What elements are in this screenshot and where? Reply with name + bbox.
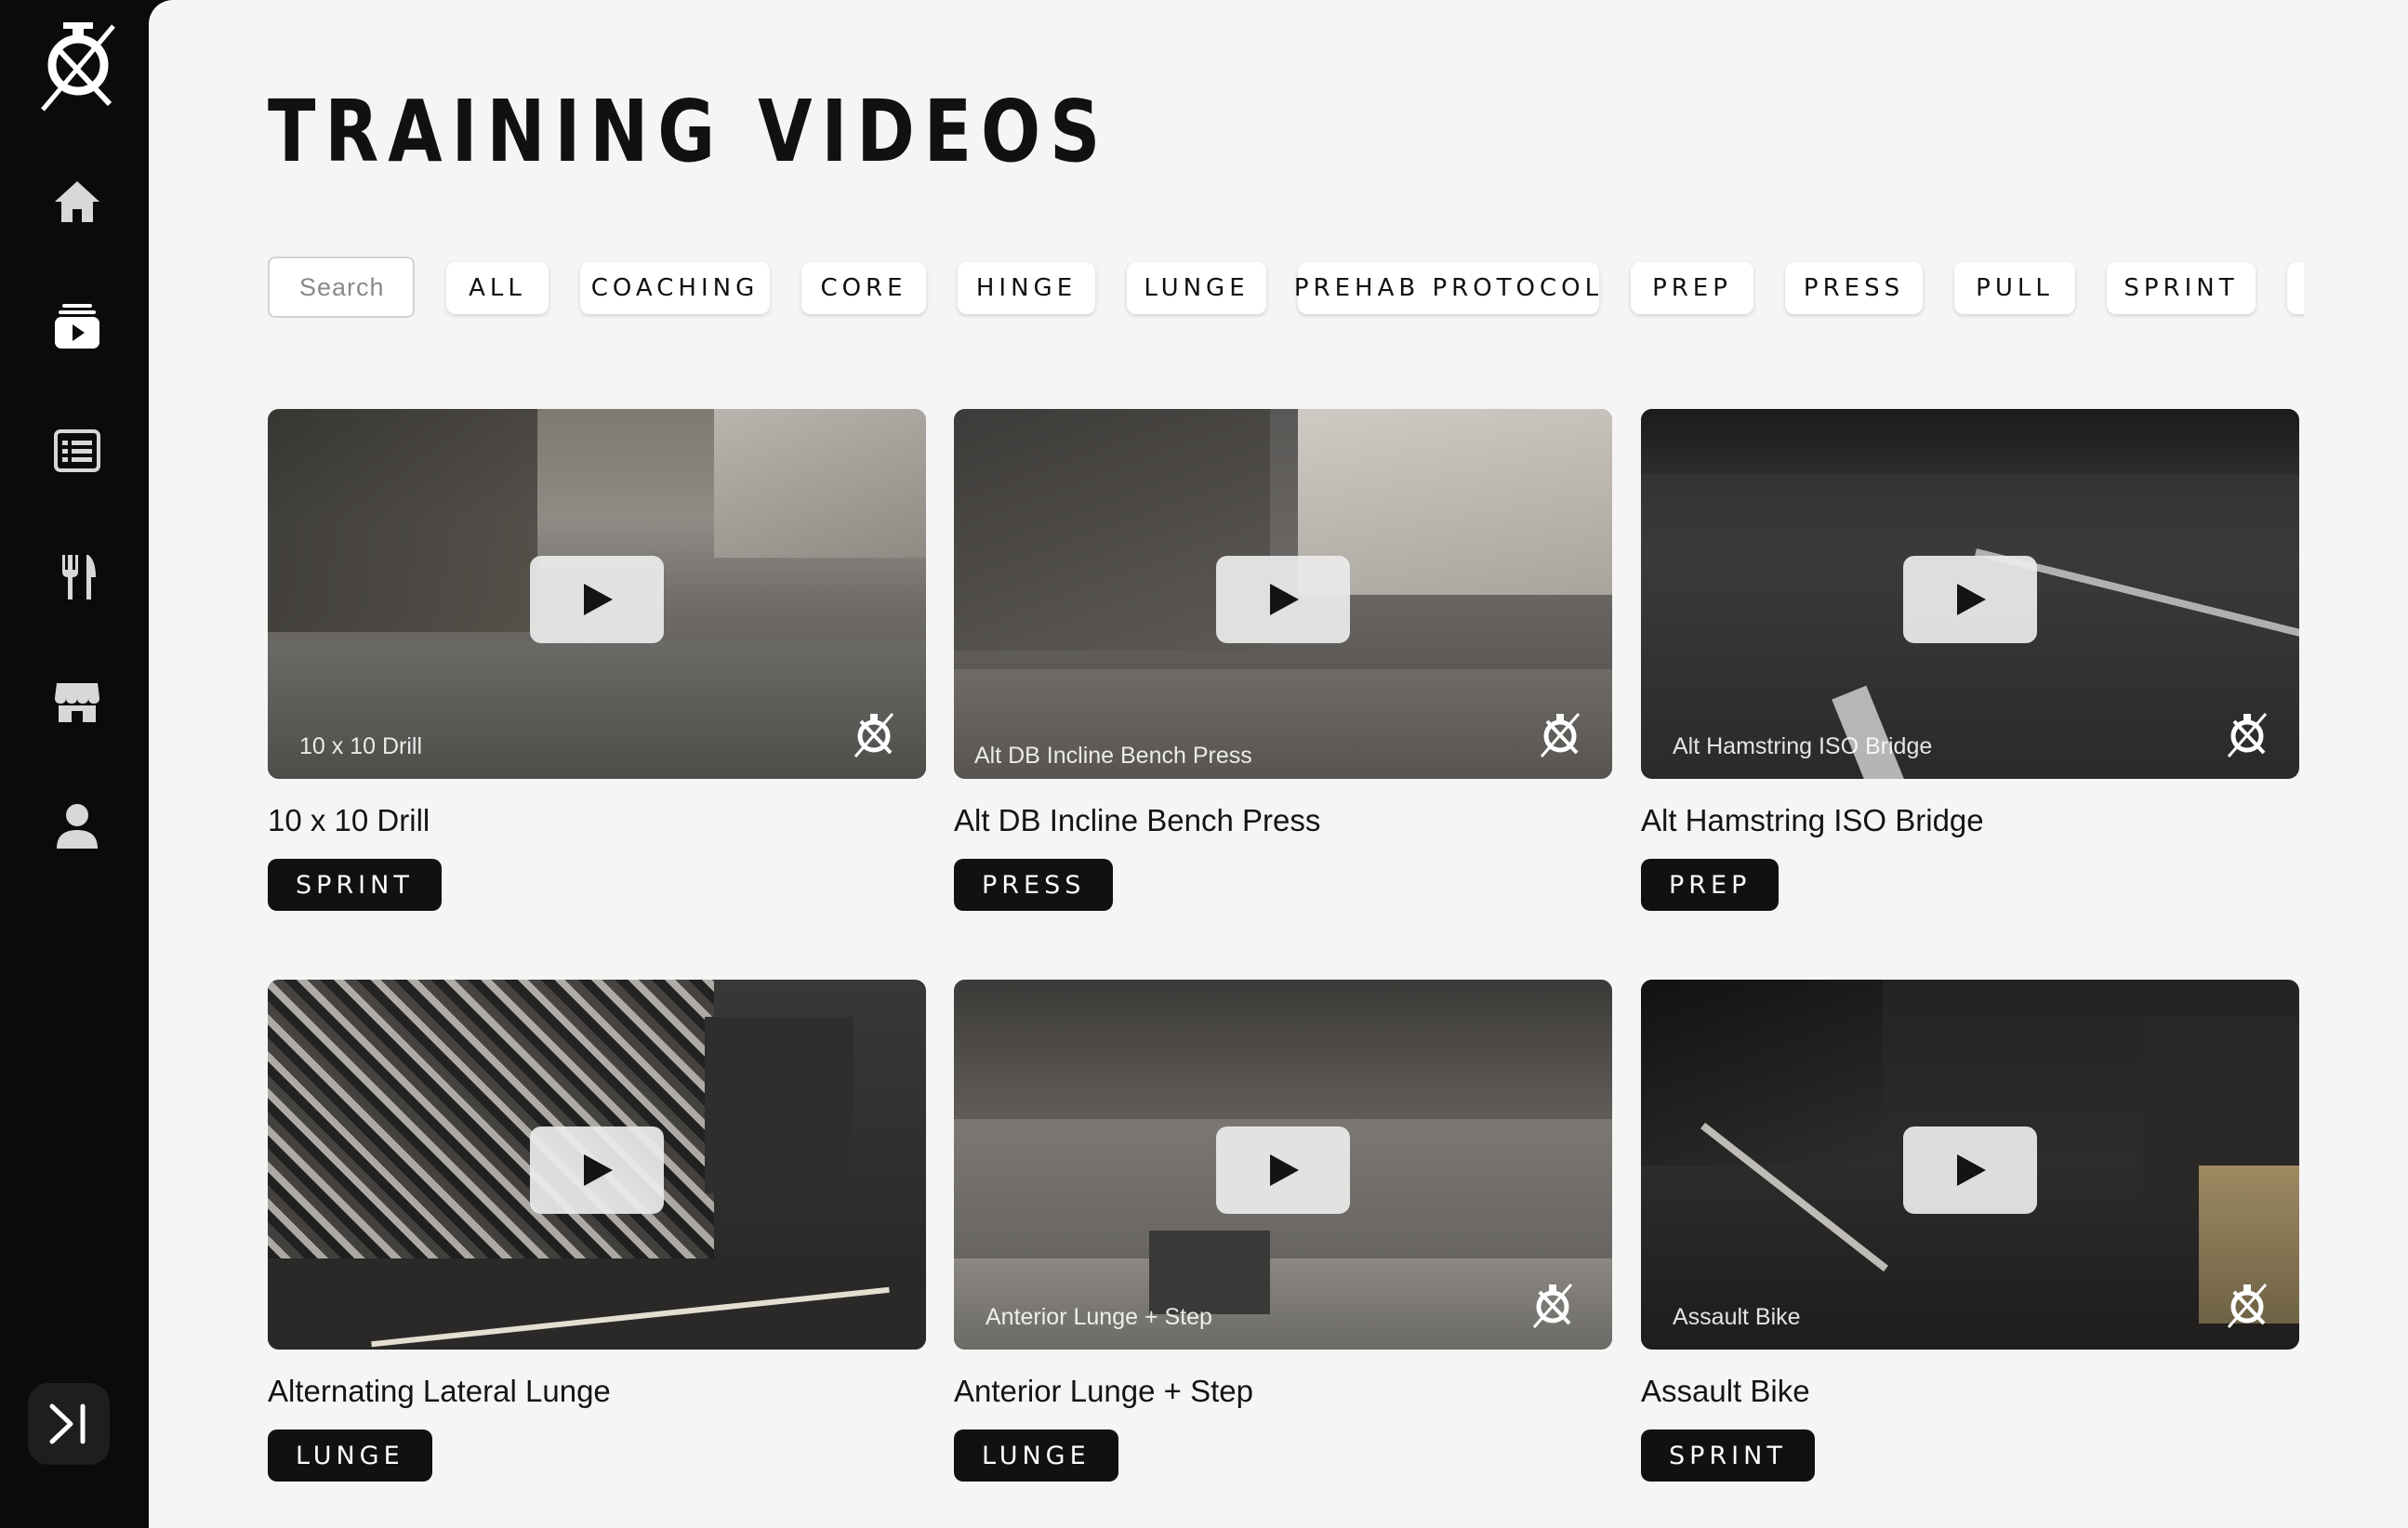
video-card[interactable]: Assault Bike Assault Bike SPRINT <box>1641 980 2299 1482</box>
brand-watermark-icon <box>850 708 898 760</box>
user-icon[interactable] <box>46 796 108 857</box>
play-button[interactable] <box>530 556 664 643</box>
video-thumbnail[interactable] <box>268 980 926 1350</box>
video-library-icon[interactable] <box>46 296 108 357</box>
filter-chip-pull[interactable]: PULL <box>1954 262 2075 314</box>
main-content: TRAINING VIDEOS ALL COACHING CORE HINGE … <box>149 0 2408 1528</box>
brand-watermark-icon <box>2223 708 2271 760</box>
brand-watermark-icon <box>2223 1279 2271 1331</box>
thumbnail-caption: 10 x 10 Drill <box>299 733 422 759</box>
sidebar <box>0 0 149 1528</box>
filter-chip-coaching[interactable]: COACHING <box>580 262 770 314</box>
category-tag: SPRINT <box>268 859 442 911</box>
filter-chip-press[interactable]: PRESS <box>1785 262 1923 314</box>
search-input[interactable] <box>268 257 415 318</box>
expand-sidebar-icon <box>49 1403 86 1444</box>
category-tag: SPRINT <box>1641 1429 1815 1482</box>
play-icon <box>1270 584 1299 615</box>
video-thumbnail[interactable]: Anterior Lunge + Step <box>954 980 1612 1350</box>
video-thumbnail[interactable]: Alt DB Incline Bench Press <box>954 409 1612 779</box>
thumbnail-caption: Assault Bike <box>1673 1304 1801 1330</box>
filter-bar: ALL COACHING CORE HINGE LUNGE PREHAB PRO… <box>268 257 2304 318</box>
filter-chip-prehab-protocol[interactable]: PREHAB PROTOCOL <box>1294 262 1599 314</box>
play-icon <box>584 1154 613 1186</box>
utensils-icon[interactable] <box>46 547 108 608</box>
play-button[interactable] <box>1216 556 1350 643</box>
video-title[interactable]: 10 x 10 Drill <box>268 803 430 838</box>
play-icon <box>584 584 613 615</box>
video-title[interactable]: Alt Hamstring ISO Bridge <box>1641 803 1984 838</box>
play-button[interactable] <box>530 1126 664 1214</box>
play-button[interactable] <box>1216 1126 1350 1214</box>
filter-chip-core[interactable]: CORE <box>801 262 926 314</box>
home-icon[interactable] <box>46 171 108 232</box>
brand-watermark-icon <box>1536 708 1584 760</box>
video-thumbnail[interactable]: Assault Bike <box>1641 980 2299 1350</box>
thumbnail-caption: Alt Hamstring ISO Bridge <box>1673 733 1933 759</box>
video-card[interactable]: Anterior Lunge + Step Anterior Lunge + S… <box>954 980 1612 1482</box>
filter-chip-sprint[interactable]: SPRINT <box>2107 262 2256 314</box>
play-icon <box>1270 1154 1299 1186</box>
expand-sidebar-button[interactable] <box>28 1383 110 1465</box>
video-title[interactable]: Alt DB Incline Bench Press <box>954 803 1320 838</box>
page-title: TRAINING VIDEOS <box>268 82 1110 181</box>
filter-chip-lunge[interactable]: LUNGE <box>1127 262 1266 314</box>
video-card[interactable]: Alt Hamstring ISO Bridge Alt Hamstring I… <box>1641 409 2299 911</box>
video-card[interactable]: Alt DB Incline Bench Press Alt DB Inclin… <box>954 409 1612 911</box>
filter-chip-hinge[interactable]: HINGE <box>958 262 1095 314</box>
video-card[interactable]: Alternating Lateral Lunge LUNGE <box>268 980 926 1482</box>
video-title[interactable]: Assault Bike <box>1641 1374 1810 1409</box>
video-thumbnail[interactable]: Alt Hamstring ISO Bridge <box>1641 409 2299 779</box>
category-tag: LUNGE <box>954 1429 1118 1482</box>
thumbnail-caption: Alt DB Incline Bench Press <box>974 743 1252 769</box>
brand-watermark-icon <box>1528 1279 1577 1331</box>
video-title[interactable]: Alternating Lateral Lunge <box>268 1374 611 1409</box>
video-thumbnail[interactable]: 10 x 10 Drill <box>268 409 926 779</box>
store-icon[interactable] <box>46 671 108 732</box>
play-icon <box>1957 1154 1986 1186</box>
video-card[interactable]: 10 x 10 Drill 10 x 10 Drill SPRINT <box>268 409 926 911</box>
category-tag: LUNGE <box>268 1429 432 1482</box>
thumbnail-caption: Anterior Lunge + Step <box>986 1304 1212 1330</box>
filter-chip-all[interactable]: ALL <box>446 262 549 314</box>
filter-chip-overflow[interactable] <box>2287 262 2304 314</box>
category-tag: PREP <box>1641 859 1780 911</box>
filter-chip-prep[interactable]: PREP <box>1631 262 1753 314</box>
brand-logo-icon[interactable] <box>35 20 121 113</box>
play-button[interactable] <box>1903 556 2037 643</box>
play-icon <box>1957 584 1986 615</box>
play-button[interactable] <box>1903 1126 2037 1214</box>
list-icon[interactable] <box>46 420 108 481</box>
video-title[interactable]: Anterior Lunge + Step <box>954 1374 1253 1409</box>
category-tag: PRESS <box>954 859 1114 911</box>
